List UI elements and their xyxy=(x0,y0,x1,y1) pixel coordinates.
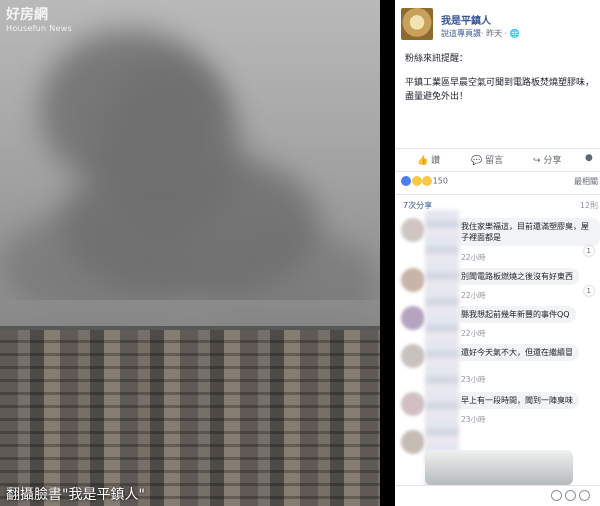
comment-button[interactable]: 💬 留言 xyxy=(471,153,503,166)
post-header: 我是平鎮人 說這專頁讚· 昨天 · 🌐 xyxy=(401,8,600,42)
post-photo[interactable]: 好房網 Housefun News 翻攝臉書"我是平鎮人" xyxy=(0,0,380,506)
like-button[interactable]: 👍 讚 xyxy=(417,153,440,166)
comment-bubble: 還好今天氣不大，但還在繼續冒 xyxy=(455,344,579,361)
sort-most-relevant[interactable]: 最相關 xyxy=(574,176,598,187)
reactions-count: 150 xyxy=(432,176,448,186)
commenter-avatar[interactable] xyxy=(401,218,425,242)
comment-time: 22小時 xyxy=(461,291,486,300)
post-greeting: 粉絲來訊提醒： xyxy=(405,54,469,64)
comment-bubble: 縣我想起前幾年新豐的事件QQ xyxy=(455,306,576,323)
emoji-icon[interactable] xyxy=(551,490,562,501)
comment-time: 23小時 xyxy=(461,375,486,384)
commenter-avatar[interactable] xyxy=(401,430,425,454)
comment-time: 23小時 xyxy=(461,415,486,424)
share-button[interactable]: ↪ 分享 xyxy=(533,153,561,166)
comment-bubble: 早上有一段時間，聞到一陣臭味 xyxy=(455,392,579,409)
comment-label: 留言 xyxy=(485,156,504,166)
thumb-icon: 👍 xyxy=(417,156,429,166)
comments-count: 12則 xyxy=(579,201,598,210)
post-actions: 👍 讚 💬 留言 ↪ 分享 ● xyxy=(395,148,600,172)
globe-icon: 🌐 xyxy=(509,29,520,38)
camera-icon[interactable] xyxy=(565,490,576,501)
comment-reaction-badge: 1 xyxy=(583,246,594,256)
page-avatar[interactable] xyxy=(401,8,433,40)
comment-time: 22小時 xyxy=(461,253,486,262)
reactions-bar[interactable]: 150 最相關 xyxy=(401,176,600,186)
comment-time: 22小時 xyxy=(461,329,486,338)
share-label: 分享 xyxy=(543,156,562,166)
gif-icon[interactable] xyxy=(579,490,590,501)
commenter-avatar[interactable] xyxy=(401,306,425,330)
commenter-avatar[interactable] xyxy=(401,392,425,416)
sad-reaction-icon xyxy=(422,176,433,186)
watermark-sub: Housefun News xyxy=(6,24,73,33)
comment-icon: 💬 xyxy=(471,156,483,166)
comment-bubble: 我住家樂福這，目前還滿塑膠臭，屋子裡面都是 xyxy=(455,218,600,246)
comment-input-bar[interactable] xyxy=(395,485,600,506)
viewer-avatar[interactable]: ● xyxy=(585,153,593,163)
post-panel: 我是平鎮人 說這專頁讚· 昨天 · 🌐 粉絲來訊提醒： 平鎮工業區早晨空氣可聞到… xyxy=(395,0,600,506)
post-body: 平鎮工業區早晨空氣可聞到電路板焚燒塑膠味，盡量避免外出！ xyxy=(405,78,595,102)
wow-reaction-icon xyxy=(411,176,422,186)
share-icon: ↪ xyxy=(533,156,541,166)
page-name-link[interactable]: 我是平鎮人 xyxy=(441,12,491,27)
watermark-title: 好房網 xyxy=(6,7,48,23)
news-watermark: 好房網 Housefun News xyxy=(6,8,72,36)
page-like-note[interactable]: 說這專頁讚 xyxy=(441,29,481,38)
comment-reaction-badge: 1 xyxy=(583,286,594,296)
comment-image[interactable] xyxy=(425,450,573,485)
commenter-avatar[interactable] xyxy=(401,268,425,292)
commenter-avatar[interactable] xyxy=(401,344,425,368)
like-reaction-icon xyxy=(401,176,411,186)
photo-caption: 翻攝臉書"我是平鎮人" xyxy=(6,487,145,503)
post-time: · 昨天 · xyxy=(481,29,510,38)
post-text: 粉絲來訊提醒： 平鎮工業區早晨空氣可聞到電路板焚燒塑膠味，盡量避免外出！ xyxy=(405,52,600,114)
viewer-divider xyxy=(380,0,395,20)
post-subline: 說這專頁讚· 昨天 · 🌐 xyxy=(441,28,520,39)
comment-bubble: 別聞電路板燃燒之後沒有好東西 xyxy=(455,268,579,285)
like-label: 讚 xyxy=(431,156,441,166)
